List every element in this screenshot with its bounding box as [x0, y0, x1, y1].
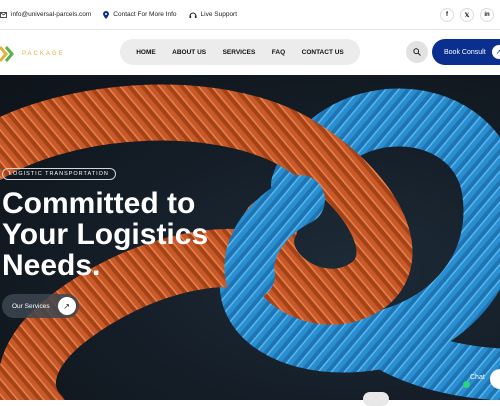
email-item[interactable]: info@universal-parcels.com: [0, 11, 91, 18]
nav-faq[interactable]: FAQ: [272, 49, 285, 56]
contact-info-item[interactable]: Contact For More Info: [103, 10, 177, 19]
headset-icon: [189, 12, 197, 18]
arrow-up-right-icon: ↗: [57, 297, 76, 315]
linkedin-icon[interactable]: in: [480, 8, 494, 22]
search-icon: [413, 48, 421, 56]
live-support-text: Live Support: [200, 11, 238, 18]
logo-mark-icon: [0, 46, 14, 62]
x-icon[interactable]: 𝕏: [460, 8, 474, 22]
location-pin-icon: [103, 10, 110, 19]
search-button[interactable]: [406, 41, 428, 63]
our-services-button[interactable]: Our Services ↗: [2, 294, 79, 318]
main-menu: HOME ABOUT US SERVICES FAQ CONTACT US: [120, 39, 360, 65]
live-support-item[interactable]: Live Support: [189, 11, 238, 19]
our-services-label: Our Services: [12, 302, 50, 310]
chat-label[interactable]: Chat: [470, 374, 485, 381]
online-status-dot: [463, 381, 470, 388]
nav-about-us[interactable]: ABOUT US: [172, 49, 206, 56]
logo-text: PACKAGE: [22, 51, 65, 57]
mail-icon: [0, 11, 7, 18]
book-consult-button[interactable]: Book Consult ↗: [432, 39, 500, 65]
book-consult-label: Book Consult: [444, 48, 486, 56]
social-links: f 𝕏 in: [440, 8, 494, 22]
top-bar: info@universal-parcels.com Contact For M…: [0, 0, 500, 30]
nav-home[interactable]: HOME: [136, 49, 156, 56]
arrow-up-right-icon: ↗: [491, 45, 500, 59]
email-text: info@universal-parcels.com: [11, 11, 92, 18]
hero-headline: Committed to Your Logistics Needs.: [2, 187, 209, 282]
slider-dots[interactable]: [363, 392, 389, 406]
hero-tag: LOGISTIC TRANSPORTATION: [2, 168, 116, 180]
contact-info-text: Contact For More Info: [113, 11, 177, 18]
nav-services[interactable]: SERVICES: [223, 49, 256, 56]
facebook-icon[interactable]: f: [440, 8, 454, 22]
site-logo[interactable]: PACKAGE: [0, 44, 65, 64]
nav-contact-us[interactable]: CONTACT US: [302, 49, 344, 56]
